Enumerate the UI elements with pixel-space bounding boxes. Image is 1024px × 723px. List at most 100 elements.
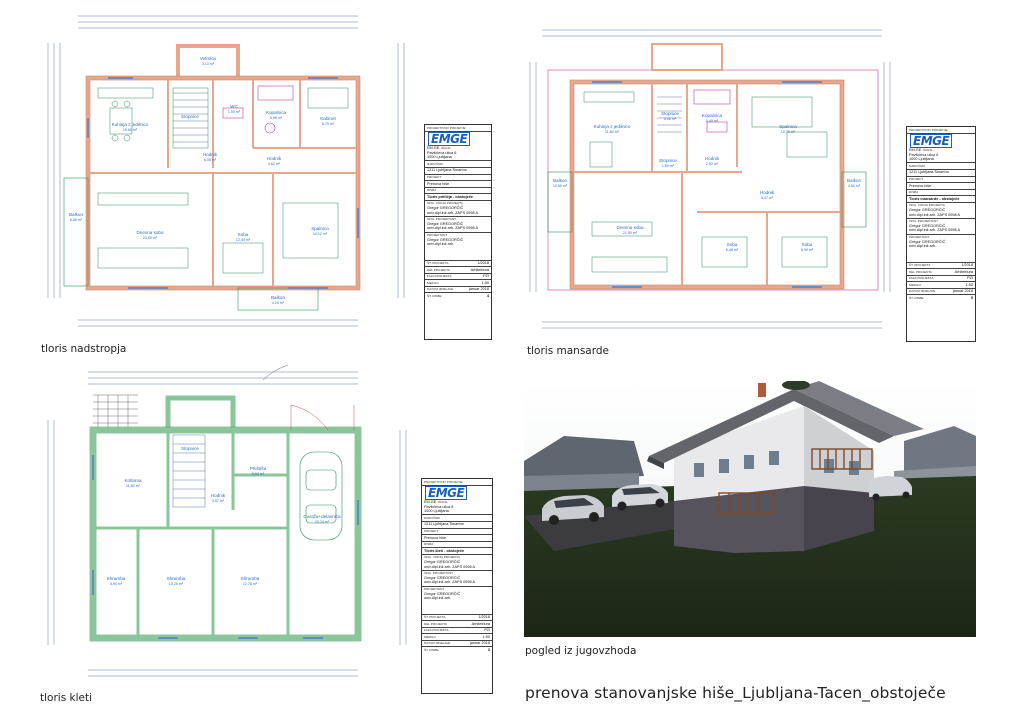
render-view <box>524 381 976 637</box>
tb-scale: MERILO 1:50 <box>907 282 975 289</box>
tb-project: Prenova hiše <box>425 181 491 188</box>
tb-lead: ODG. VODJA PROJEKTA Gregor GREGORČIČ univ.… <box>907 203 975 219</box>
room-area: 6,48 m² <box>726 248 739 252</box>
room-label: Kuhinja z jedilnico <box>112 122 149 127</box>
tb-drawing-label: RISBA <box>422 542 492 549</box>
tb-project: Prenova hiše <box>907 183 975 190</box>
room-label: Soba <box>727 242 738 247</box>
room-label: Kuhinja z jedilnico <box>594 124 631 129</box>
room-label: Garaža+delavnica <box>303 514 341 519</box>
room-area: 1,50 m² <box>228 110 241 114</box>
room-area: 6,79 m² <box>322 122 335 126</box>
room-label: Balkon <box>271 295 285 300</box>
tb-investor-label: PROJEKTIVNO PODJETJE <box>425 125 491 132</box>
room-area: 4,62 m² <box>268 162 281 166</box>
tb-date: DATUM IZDELAVE januar 2018 <box>425 287 491 294</box>
room-area: 3,13 m² <box>202 62 215 66</box>
tb-proj-no: ŠT. PROJEKTA 1/2018 <box>907 263 975 270</box>
room-label: Dnevna soba <box>616 225 644 230</box>
tb-designer: ODG. PROJEKTANT Gregor GREGORČIČ univ.dipl… <box>425 217 491 233</box>
tb-company: EM.GE. d.o.o. Pavšičeva ulica 6 1000 Ljubl… <box>422 500 492 516</box>
room-label: Balkon <box>553 178 567 183</box>
room-area: 14,12 m² <box>313 232 328 236</box>
room-area: 6,05 m² <box>204 158 217 162</box>
room-area: 5,64 m² <box>252 472 265 476</box>
room-area: 10,60 m² <box>553 184 568 188</box>
tb-designer: ODG. PROJEKTANT Gregor GREGORČIČ univ.dipl… <box>907 219 975 235</box>
emge-logo: EMGE <box>425 131 491 146</box>
titleblock-upper: PROJEKTIVNO PODJETJE EMGE EM.GE. d.o.o. P… <box>424 124 492 340</box>
room-label: Soba <box>802 242 813 247</box>
tb-drawing: Tloris kleti - obstoječe <box>422 548 492 555</box>
tb-project-label: PROJEKT <box>425 175 491 182</box>
room-label: Vetrolov <box>200 56 217 61</box>
room-area: 4,20 m² <box>272 301 285 305</box>
tb-drawing: Tloris mansarde - obstoječe <box>907 196 975 203</box>
tb-proj-no: ŠT. PROJEKTA 1/2018 <box>422 615 492 622</box>
tb-project: Prenova hiše <box>422 535 492 542</box>
attic-plan: Kuhinja z jedilnico 11,60 m² Stopnice 5,… <box>522 22 900 340</box>
tb-scale: MERILO 1:50 <box>422 634 492 641</box>
room-area: 8,47 m² <box>761 196 774 200</box>
room-label: Kopalnica <box>702 113 723 118</box>
tb-lead: ODG. VODJA PROJEKTA Gregor GREGORČIČ univ.… <box>422 555 492 571</box>
room-area: 11,60 m² <box>605 130 620 134</box>
room-area: 12,44 m² <box>236 238 251 242</box>
room-label: Soba <box>238 232 249 237</box>
tb-client: 1211 Ljubljana Šmartno <box>425 168 491 175</box>
basement-drawing: Stopnice Prehliša 5,64 m² Kotlarna 11,60… <box>47 364 407 677</box>
room-label: Hodnik <box>203 152 218 157</box>
room-label: Kopalnica <box>266 110 287 115</box>
tb-project-label: PROJEKT <box>907 177 975 184</box>
room-area: 10,75 m² <box>781 130 796 134</box>
room-area: 5,40 m² <box>706 119 719 123</box>
room-area: 3,57 m² <box>212 499 225 503</box>
caption-basement: tloris kleti <box>40 692 92 704</box>
page-title: prenova stanovanjske hiše_Ljubljana-Tace… <box>525 684 946 702</box>
room-label: Spalnica <box>311 226 329 231</box>
room-area: 6,99 m² <box>801 248 814 252</box>
room-label: Stopnice <box>181 446 199 451</box>
tb-part: DEL PROJEKTA Arhitektura <box>907 269 975 276</box>
room-area: 1,80 m² <box>662 164 675 168</box>
tb-part: DEL PROJEKTA Arhitektura <box>422 621 492 628</box>
room-label: Hodnik <box>267 156 282 161</box>
room-label: Prehliša <box>250 466 267 471</box>
room-label: Stopnice <box>181 114 199 119</box>
emge-logo: EMGE <box>422 485 492 500</box>
tb-company: EM.GE. d.o.o. Pavšičeva ulica 6 1000 Ljubl… <box>425 146 491 162</box>
room-label: Stopnice <box>659 158 677 163</box>
room-label: Dnevna soba <box>136 230 164 235</box>
room-label: Hodnik <box>211 493 226 498</box>
titleblock-attic: PROJEKTIVNO PODJETJE EMGE EM.GE. d.o.o. P… <box>906 126 976 342</box>
room-label: Balkon <box>847 178 861 183</box>
basement-plan: Stopnice Prehliša 5,64 m² Kotlarna 11,60… <box>38 360 416 690</box>
room-area: 6,80 m² <box>70 218 83 222</box>
tb-drawing-label: RISBA <box>907 190 975 197</box>
room-area: 12,76 m² <box>243 582 258 586</box>
upper-floor-drawing: Vetrolov 3,13 m² Kuhinja z jedilnico 15,… <box>47 15 405 327</box>
room-area: 5,06 m² <box>664 117 677 121</box>
tb-date: DATUM IZDELAVE januar 2018 <box>907 289 975 296</box>
room-area: 5,94 m² <box>110 582 123 586</box>
room-label: Kotlarna <box>124 478 142 483</box>
tb-phase: FAZA PROJEKTA PZI <box>425 274 491 281</box>
tb-project-label: PROJEKT <box>422 529 492 536</box>
tb-client: 1211 Ljubljana Šmartno <box>907 170 975 177</box>
tb-client-label: NAROČNIK <box>907 163 975 170</box>
tb-investor-label: PROJEKTIVNO PODJETJE <box>422 479 492 486</box>
render-image <box>524 381 976 637</box>
room-label: Shramba <box>167 576 186 581</box>
room-area: 15,26 m² <box>169 582 184 586</box>
tb-part: DEL PROJEKTA Arhitektura <box>425 267 491 274</box>
emge-logo: EMGE <box>907 133 975 148</box>
room-label: Kabinet <box>320 116 336 121</box>
tb-author: PROJEKTANT Gregor GREGORČIČ univ.dipl.inž.… <box>422 587 492 615</box>
tb-sheet: ŠT. RISBE 3 <box>424 647 490 652</box>
room-label: Hodnik <box>760 190 775 195</box>
room-area: 20,24 m² <box>315 520 330 524</box>
tb-sheet: ŠT. RISBE 4 <box>427 293 489 298</box>
room-label: WC <box>230 104 238 109</box>
room-area: 11,60 m² <box>126 484 141 488</box>
tb-phase: FAZA PROJEKTA PZI <box>422 628 492 635</box>
